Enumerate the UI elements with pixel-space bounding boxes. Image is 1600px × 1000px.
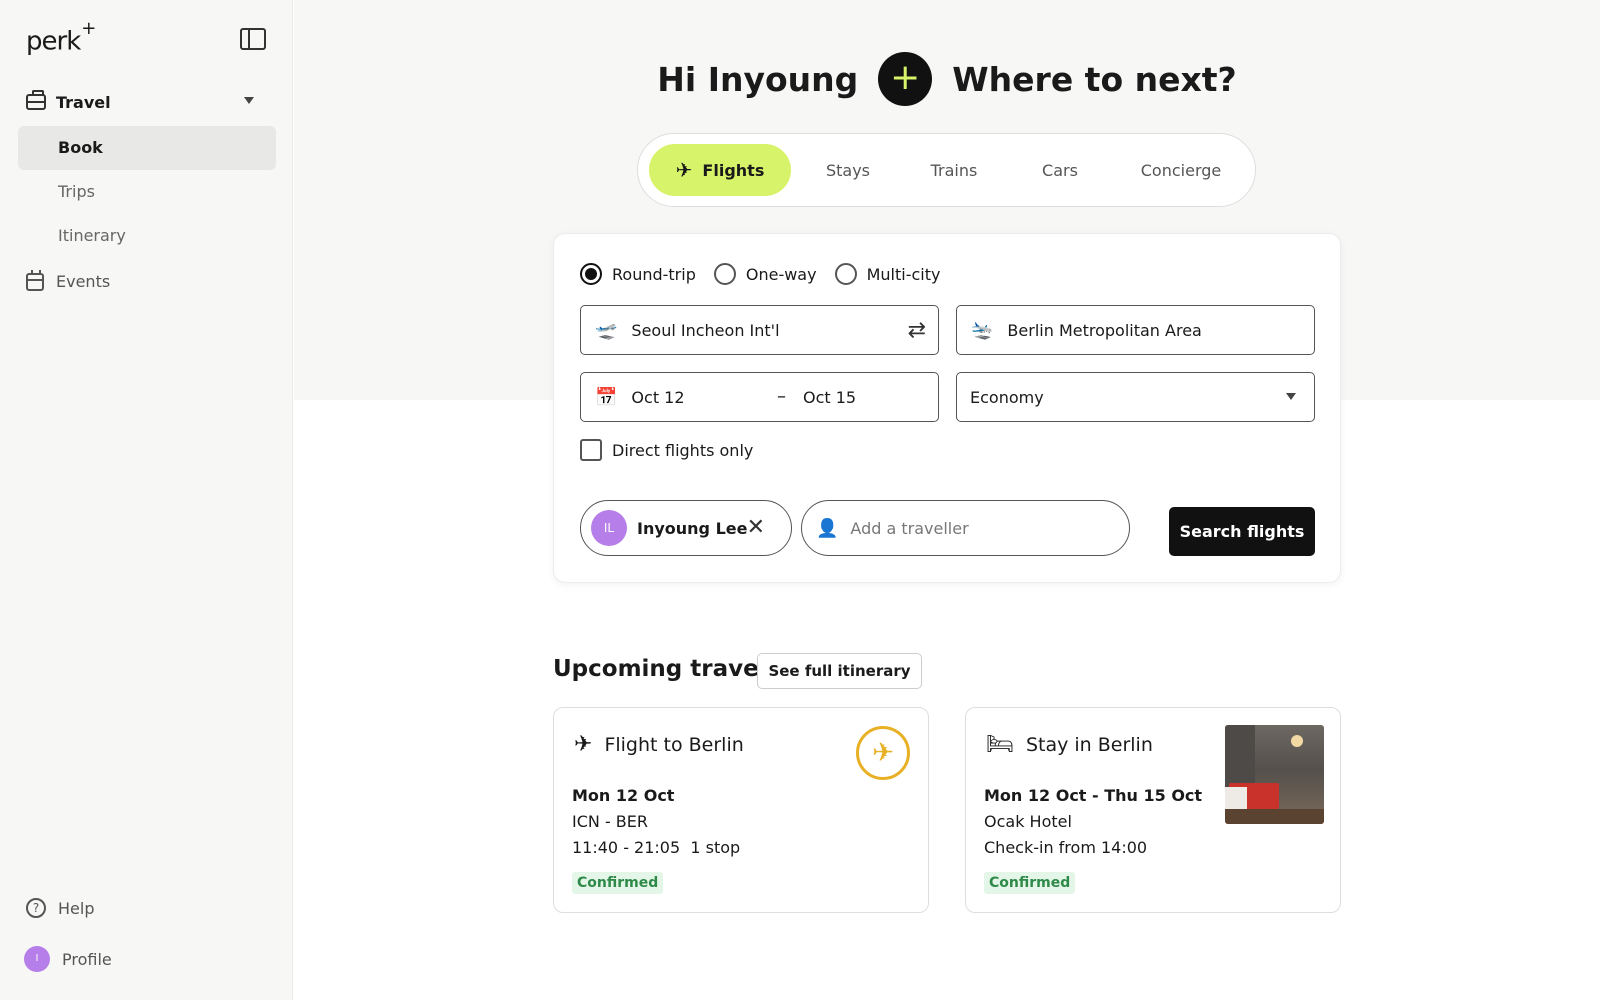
sidebar-item-itinerary[interactable]: Itinerary [18,214,276,258]
search-flights-button[interactable]: Search flights [1169,507,1315,556]
help-icon: ? [26,898,46,918]
checkin-time: Check-in from 14:00 [984,838,1148,857]
plane-icon: ✈ [574,732,593,757]
sidebar-item-book[interactable]: Book [18,126,276,170]
landing-icon: 🛬 [971,319,994,341]
cabin-class-value: Economy [970,387,1044,407]
direct-flights-option[interactable]: Direct flights only [580,439,753,461]
booking-tabs: ✈ Flights Stays Trains Cars Concierge [637,133,1256,207]
sidebar-item-profile[interactable]: I Profile [24,946,112,972]
plus-icon: + [878,52,933,106]
destination-field[interactable]: 🛬 Berlin Metropolitan Area [956,305,1315,355]
flight-search-form: Round-trip One-way Multi-city 🛫 Seoul In… [553,233,1341,583]
chevron-down-icon [1286,393,1296,400]
date-separator: – [777,386,786,407]
perk-logo[interactable]: perk+ [26,18,96,57]
calendar-icon [26,269,44,291]
plane-icon: ✈ [675,158,693,182]
sidebar-item-label: Travel [56,92,111,112]
return-date: Oct 15 [803,387,857,407]
cabin-class-select[interactable]: Economy [956,372,1315,422]
status-badge: Confirmed [572,872,664,894]
one-way-label[interactable]: One-way [746,265,817,284]
flight-date: Mon 12 Oct [572,786,675,805]
avatar: IL [591,510,627,546]
stay-trip-card[interactable]: 🛏 Stay in Berlin Mon 12 Oct - Thu 15 Oct… [965,707,1341,913]
bed-icon: 🛏 [986,732,1014,757]
direct-flights-checkbox[interactable] [580,439,602,461]
add-traveller-placeholder: Add a traveller [850,518,969,538]
close-icon[interactable]: ✕ [747,515,765,540]
airline-logo-icon: ✈ [856,726,910,780]
trip-card-title: Stay in Berlin [1025,733,1153,756]
trip-card-header: ✈ Flight to Berlin [574,732,744,757]
depart-date: Oct 12 [631,387,685,407]
flight-times: 11:40 - 21:05 1 stop [572,838,741,857]
tab-cars[interactable]: Cars [1003,144,1117,196]
sidebar-item-travel[interactable]: Travel [26,88,270,116]
trip-card-title: Flight to Berlin [604,733,744,756]
multi-city-label[interactable]: Multi-city [867,265,941,284]
upcoming-travel-heading: Upcoming travel [553,656,767,682]
origin-field[interactable]: 🛫 Seoul Incheon Int'l ⇄ [580,305,939,355]
traveller-name: Inyoung Lee [637,518,748,538]
greeting-question: Where to next? [952,59,1237,99]
multi-city-radio[interactable] [834,263,857,285]
traveller-chip: IL Inyoung Lee ✕ [580,500,792,556]
calendar-icon: 📅 [595,386,618,408]
add-person-icon: 👤 [816,517,839,539]
sidebar-item-events[interactable]: Events [26,269,111,291]
tab-trains[interactable]: Trains [905,144,1003,196]
hotel-photo [1225,725,1324,824]
sidebar-item-help[interactable]: ? Help [26,898,94,918]
tab-flights[interactable]: ✈ Flights [649,144,791,196]
destination-value: Berlin Metropolitan Area [1007,320,1202,340]
greeting-text: Hi Inyoung [657,59,859,99]
sidebar-item-label: Profile [62,949,112,969]
one-way-radio[interactable] [713,263,736,285]
status-badge: Confirmed [984,872,1076,894]
sidebar-toggle-icon[interactable] [240,28,266,50]
origin-value: Seoul Incheon Int'l [631,320,780,340]
briefcase-icon [26,90,46,110]
chevron-down-icon [244,97,254,104]
add-traveller-input[interactable]: 👤 Add a traveller [801,500,1130,556]
tab-label: Flights [702,160,765,180]
trip-type-group: Round-trip One-way Multi-city [580,263,958,285]
date-range-field[interactable]: 📅 Oct 12 – Oct 15 [580,372,939,422]
sidebar-item-label: Help [58,898,95,918]
round-trip-label[interactable]: Round-trip [612,265,696,284]
see-full-itinerary-button[interactable]: See full itinerary [757,653,922,689]
takeoff-icon: 🛫 [595,319,618,341]
flight-route: ICN - BER [572,812,649,831]
tab-stays[interactable]: Stays [791,144,905,196]
sidebar: perk+ Travel Book Trips Itinerary Events… [0,0,293,1000]
swap-icon[interactable]: ⇄ [908,318,926,343]
flight-trip-card[interactable]: ✈ Flight to Berlin ✈ Mon 12 Oct ICN - BE… [553,707,929,913]
sidebar-item-label: Events [56,272,111,291]
tab-concierge[interactable]: Concierge [1117,144,1245,196]
page-title: Hi Inyoung + Where to next? [294,52,1600,106]
trip-card-header: 🛏 Stay in Berlin [986,732,1153,757]
avatar: I [24,946,50,972]
hotel-name: Ocak Hotel [984,812,1072,831]
direct-flights-label[interactable]: Direct flights only [612,441,753,460]
sidebar-item-trips[interactable]: Trips [18,170,276,214]
round-trip-radio[interactable] [580,263,602,285]
stay-dates: Mon 12 Oct - Thu 15 Oct [984,786,1203,805]
